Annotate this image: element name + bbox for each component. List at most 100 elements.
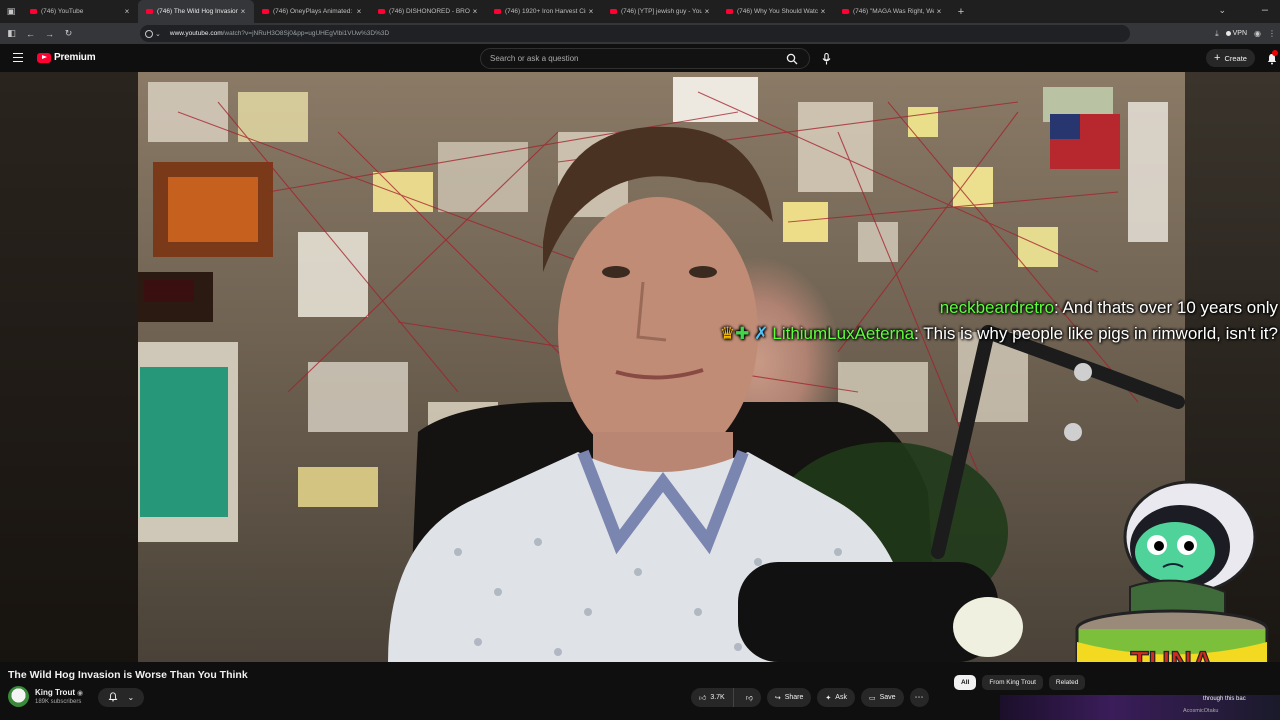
close-tab-icon[interactable]: × bbox=[470, 7, 480, 16]
subscribed-notifications-button[interactable]: ⌄ bbox=[98, 688, 144, 707]
notification-badge bbox=[1272, 50, 1278, 56]
youtube-premium-logo[interactable]: Premium bbox=[37, 52, 96, 63]
browser-menu-icon[interactable]: ⋮ bbox=[1268, 29, 1276, 38]
youtube-favicon-icon bbox=[726, 9, 733, 14]
bell-icon bbox=[108, 691, 118, 704]
channel-avatar[interactable] bbox=[8, 686, 29, 707]
tuna-can-label: TUNA bbox=[1130, 646, 1213, 662]
ask-button[interactable]: ✦ Ask bbox=[817, 688, 855, 707]
youtube-favicon-icon bbox=[378, 9, 385, 14]
vpn-button[interactable]: VPN bbox=[1225, 30, 1247, 37]
filter-chip[interactable]: From King Trout bbox=[982, 675, 1043, 690]
youtube-favicon-icon bbox=[842, 9, 849, 14]
video-letterbox-left bbox=[0, 72, 138, 662]
tuna-can-mascot-overlay: TUNA bbox=[1075, 480, 1269, 662]
filter-chip[interactable]: Related bbox=[1048, 675, 1086, 690]
crown-icon: ♛ bbox=[719, 324, 736, 343]
sparkle-icon: ✦ bbox=[825, 694, 832, 702]
more-horizontal-icon: ⋯ bbox=[914, 692, 924, 702]
address-bar[interactable]: ⌄ www.youtube.com/watch?v=jNRuH3O8Sj0&pp… bbox=[140, 25, 1130, 42]
browser-tab-strip: ▣ (746) YouTube × (746) The Wild Hog Invas… bbox=[0, 0, 1280, 23]
share-button[interactable]: ↪ Share bbox=[766, 688, 812, 707]
video-scene bbox=[138, 77, 1185, 662]
tab-list-chevron-icon[interactable]: ⌄ bbox=[1218, 5, 1226, 16]
channel-name-link[interactable]: King Trout ◉ bbox=[35, 688, 83, 697]
browser-tab-title: (746) 1920+ Iron Harvest Cinem bbox=[505, 8, 586, 15]
voice-search-button[interactable] bbox=[816, 48, 837, 69]
url-text: www.youtube.com/watch?v=jNRuH3O8Sj0&pp=u… bbox=[169, 30, 390, 37]
subscriber-count: 189K subscribers bbox=[35, 699, 82, 705]
video-title: The Wild Hog Invasion is Worse Than You … bbox=[8, 669, 248, 681]
save-playlist-icon: ▭ bbox=[868, 694, 876, 702]
chat-badges: ♛✚ ✗ bbox=[720, 324, 768, 344]
chat-username: neckbeardretro bbox=[939, 298, 1055, 317]
close-tab-icon[interactable]: × bbox=[586, 7, 596, 16]
video-frame bbox=[138, 72, 1185, 662]
close-tab-icon[interactable]: × bbox=[934, 7, 944, 16]
chat-message-text: : And thats over 10 years only bbox=[1054, 298, 1278, 317]
youtube-favicon-icon bbox=[610, 9, 617, 14]
search-icon bbox=[786, 53, 798, 64]
action-bar: 👍︎ 3.7K 👎︎ ↪ Share ✦ Ask ▭ Save ⋯ bbox=[691, 688, 929, 707]
youtube-play-icon bbox=[37, 52, 51, 63]
dislike-button[interactable]: 👎︎ bbox=[738, 688, 761, 707]
guide-menu-icon[interactable] bbox=[13, 53, 23, 62]
like-button[interactable]: 👍︎ 3.7K bbox=[691, 688, 734, 707]
profile-icon[interactable]: ◉ bbox=[1254, 29, 1261, 38]
close-tab-icon[interactable]: × bbox=[818, 7, 828, 16]
chat-username: LithiumLuxAeterna bbox=[772, 324, 915, 343]
browser-tab[interactable]: (746) Why You Should Watch Ed× bbox=[718, 0, 834, 23]
notifications-bell-icon[interactable] bbox=[1266, 50, 1278, 65]
forward-arrow-icon[interactable]: → bbox=[40, 23, 59, 44]
search-box bbox=[480, 48, 810, 69]
browser-tab[interactable]: (746) DISHONORED - BROTEAM× bbox=[370, 0, 486, 23]
share-icon: ↪ bbox=[774, 694, 781, 702]
recommended-video-channel[interactable]: AcosmicOtaku bbox=[1183, 708, 1218, 714]
browser-tab-title: (746) YouTube bbox=[41, 8, 84, 15]
back-arrow-icon[interactable]: ← bbox=[21, 23, 40, 44]
recommended-video-title[interactable]: through this bac bbox=[1203, 696, 1246, 702]
create-button[interactable]: + Create bbox=[1206, 49, 1255, 67]
youtube-favicon-icon bbox=[146, 9, 153, 14]
chat-overlay-message: ♛✚ ✗ LithiumLuxAeterna: This is why peopl… bbox=[720, 324, 1278, 344]
sidebar-toggle-icon[interactable]: ◧ bbox=[2, 23, 21, 44]
search-input[interactable] bbox=[481, 49, 775, 68]
youtube-favicon-icon bbox=[30, 9, 37, 14]
close-tab-icon[interactable]: × bbox=[354, 7, 364, 16]
site-info-icon[interactable]: ⌄ bbox=[145, 29, 161, 38]
youtube-favicon-icon bbox=[494, 9, 501, 14]
thumbs-down-icon: 👎︎ bbox=[745, 695, 753, 702]
new-tab-button[interactable]: + bbox=[950, 6, 972, 18]
browser-tab[interactable]: (746) [YTP] jewish guy - YouTub× bbox=[602, 0, 718, 23]
tab-search-icon[interactable]: ▣ bbox=[0, 0, 22, 23]
window-minimize-button[interactable]: – bbox=[1262, 4, 1268, 16]
browser-toolbar: ◧ ← → ↻ ⌄ www.youtube.com/watch?v=jNRuH3… bbox=[0, 23, 1280, 44]
chat-message-text: : This is why people like pigs in rimwor… bbox=[914, 324, 1278, 343]
browser-tab-title: (746) DISHONORED - BROTEAM bbox=[389, 8, 470, 15]
microphone-icon bbox=[822, 52, 831, 64]
browser-tab[interactable]: (746) OneyPlays Animated: JJL× bbox=[254, 0, 370, 23]
chat-overlay-message: neckbeardretro: And thats over 10 years … bbox=[940, 298, 1278, 318]
save-button[interactable]: ▭ Save bbox=[860, 688, 904, 707]
like-dislike-group: 👍︎ 3.7K 👎︎ bbox=[691, 688, 761, 707]
plus-badge-icon: ✚ bbox=[735, 324, 750, 343]
browser-tab[interactable]: (746) YouTube × bbox=[22, 0, 138, 23]
browser-tab[interactable]: (746) "MAGA Was Right, We Wa× bbox=[834, 0, 950, 23]
close-tab-icon[interactable]: × bbox=[122, 7, 132, 16]
browser-tab[interactable]: (746) The Wild Hog Invasion is × bbox=[138, 0, 254, 23]
close-tab-icon[interactable]: × bbox=[702, 7, 712, 16]
video-player[interactable]: neckbeardretro: And thats over 10 years … bbox=[0, 72, 1280, 662]
filter-chip[interactable]: All bbox=[954, 675, 977, 690]
verified-icon: ◉ bbox=[77, 690, 84, 697]
download-icon[interactable]: ⤓ bbox=[1215, 29, 1219, 39]
thumbs-up-icon: 👍︎ bbox=[699, 695, 707, 702]
search-button[interactable] bbox=[775, 49, 809, 68]
browser-tab[interactable]: (746) 1920+ Iron Harvest Cinem× bbox=[486, 0, 602, 23]
reload-icon[interactable]: ↻ bbox=[59, 23, 78, 44]
more-actions-button[interactable]: ⋯ bbox=[909, 688, 929, 707]
watch-metadata: The Wild Hog Invasion is Worse Than You … bbox=[0, 662, 1280, 720]
browser-tab-title: (746) The Wild Hog Invasion is bbox=[157, 8, 238, 15]
youtube-masthead: Premium + Create bbox=[0, 44, 1280, 72]
close-tab-icon[interactable]: × bbox=[238, 7, 248, 16]
sword-icon: ✗ bbox=[754, 324, 769, 343]
